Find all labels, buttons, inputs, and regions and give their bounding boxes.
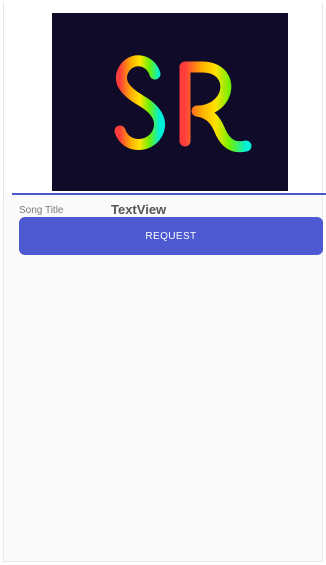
header-area [4, 2, 322, 193]
app-screen: Song Title TextView REQUEST [3, 2, 326, 562]
divider-line [12, 193, 326, 195]
song-title-label: Song Title [19, 205, 64, 216]
song-title-value: TextView [111, 202, 167, 217]
request-button[interactable]: REQUEST [19, 217, 323, 255]
app-logo [52, 13, 288, 191]
